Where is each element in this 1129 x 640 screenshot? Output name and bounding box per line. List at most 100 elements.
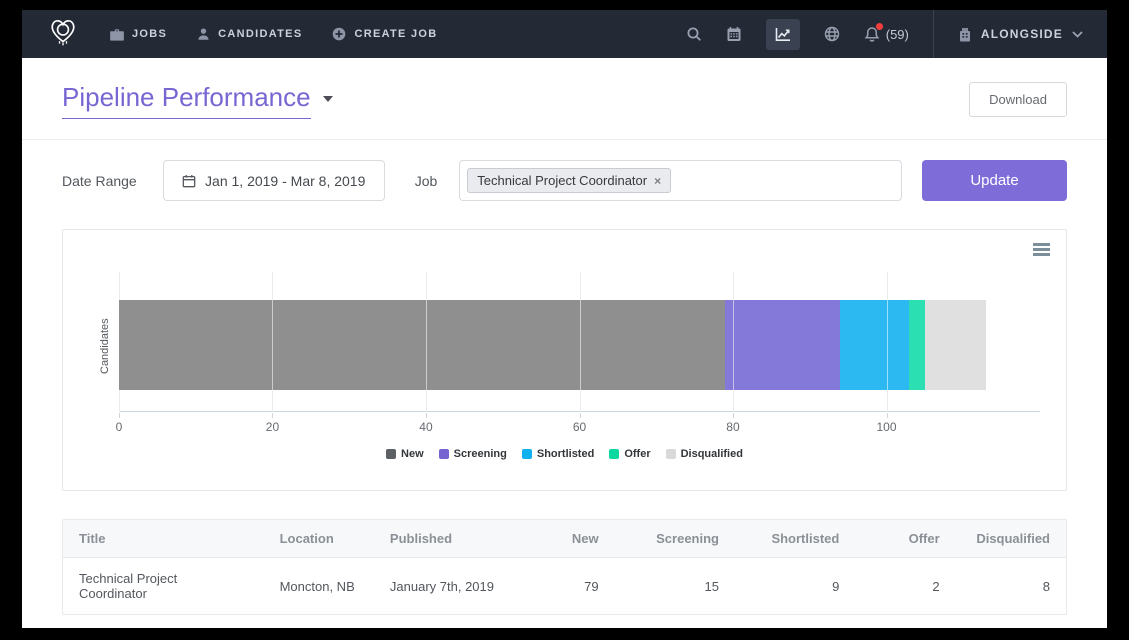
table-row: Technical Project CoordinatorMoncton, NB…	[63, 558, 1066, 615]
job-tag: Technical Project Coordinator ×	[467, 168, 671, 193]
account-menu[interactable]: ALONGSIDE	[958, 27, 1083, 42]
page-header: Pipeline Performance Download	[22, 58, 1107, 140]
bar-segment-new[interactable]	[119, 300, 725, 390]
x-tick-label: 40	[419, 420, 432, 434]
date-range-value: Jan 1, 2019 - Mar 8, 2019	[205, 173, 365, 189]
nav-divider	[933, 10, 934, 58]
cell-title: Technical Project Coordinator	[63, 558, 264, 615]
chart-y-axis-label: Candidates	[99, 276, 111, 416]
top-navbar: JOBS CANDIDATES CREATE JOB (59)	[22, 10, 1107, 58]
nav-item-label: JOBS	[132, 28, 167, 40]
axis-tick-mark	[887, 413, 888, 418]
table-head: TitleLocationPublishedNewScreeningShortl…	[63, 520, 1066, 558]
job-tag-text: Technical Project Coordinator	[477, 173, 647, 188]
cell-shortlisted: 9	[735, 558, 855, 615]
gridline-overlay	[272, 300, 273, 390]
legend-label: Shortlisted	[537, 448, 594, 460]
cell-offer: 2	[855, 558, 955, 615]
notifications[interactable]: (59)	[864, 26, 909, 43]
date-range-input[interactable]: Jan 1, 2019 - Mar 8, 2019	[163, 160, 385, 201]
column-header-new: New	[524, 520, 614, 558]
briefcase-icon	[110, 28, 124, 41]
search-icon[interactable]	[686, 26, 702, 42]
cell-location: Moncton, NB	[264, 558, 374, 615]
cell-screening: 15	[615, 558, 735, 615]
notification-dot	[876, 23, 883, 30]
legend-label: Offer	[624, 448, 650, 460]
legend-swatch-icon	[439, 449, 449, 459]
bell-icon	[864, 26, 880, 43]
column-header-disqualified: Disqualified	[956, 520, 1066, 558]
cell-disqualified: 8	[956, 558, 1066, 615]
chart-menu-icon[interactable]	[1033, 243, 1050, 258]
legend-swatch-icon	[386, 449, 396, 459]
column-header-shortlisted: Shortlisted	[735, 520, 855, 558]
title-dropdown-caret-icon[interactable]	[323, 96, 333, 102]
pipeline-chart-card: Candidates 0 20 40 60 80 100 New Screening Shor…	[62, 229, 1067, 491]
legend-item-new[interactable]: New	[386, 448, 424, 460]
legend-label: Disqualified	[681, 448, 743, 460]
axis-tick-mark	[580, 413, 581, 418]
x-tick-label: 0	[116, 420, 123, 434]
chart-plot-area	[119, 272, 1040, 412]
gridline-overlay	[887, 300, 888, 390]
legend-item-offer[interactable]: Offer	[609, 448, 650, 460]
nav-item-label: CREATE JOB	[354, 28, 437, 40]
calendar-icon[interactable]	[726, 26, 742, 42]
cell-published: January 7th, 2019	[374, 558, 524, 615]
gridline-overlay	[733, 300, 734, 390]
stacked-bar	[119, 300, 986, 390]
nav-right: (59) ALONGSIDE	[686, 10, 1083, 58]
legend-label: New	[401, 448, 424, 460]
legend-item-screening[interactable]: Screening	[439, 448, 507, 460]
nav-item-jobs[interactable]: JOBS	[110, 28, 167, 41]
nav-item-label: CANDIDATES	[218, 28, 302, 40]
x-tick-label: 80	[726, 420, 739, 434]
person-icon	[197, 27, 210, 41]
notification-count: (59)	[886, 27, 909, 42]
account-icon	[958, 27, 972, 42]
axis-tick-mark	[119, 413, 120, 418]
date-range-label: Date Range	[62, 173, 137, 189]
pipeline-table: TitleLocationPublishedNewScreeningShortl…	[63, 520, 1066, 614]
chart-x-ticks: 0 20 40 60 80 100	[119, 420, 1040, 436]
job-multiselect-input[interactable]: Technical Project Coordinator ×	[459, 160, 902, 201]
globe-icon[interactable]	[824, 26, 840, 42]
alongside-logo[interactable]	[46, 16, 80, 52]
table-body: Technical Project CoordinatorMoncton, NB…	[63, 558, 1066, 615]
gridline-overlay	[580, 300, 581, 390]
column-header-screening: Screening	[615, 520, 735, 558]
bar-segment-shortlisted[interactable]	[840, 300, 909, 390]
column-header-offer: Offer	[855, 520, 955, 558]
update-button[interactable]: Update	[922, 160, 1067, 201]
download-button[interactable]: Download	[969, 82, 1067, 117]
column-header-title: Title	[63, 520, 264, 558]
chevron-down-icon	[1072, 31, 1083, 38]
cell-new: 79	[524, 558, 614, 615]
x-tick-label: 20	[266, 420, 279, 434]
column-header-published: Published	[374, 520, 524, 558]
axis-tick-mark	[426, 413, 427, 418]
legend-swatch-icon	[522, 449, 532, 459]
page-title[interactable]: Pipeline Performance	[62, 82, 311, 119]
column-header-location: Location	[264, 520, 374, 558]
nav-item-create-job[interactable]: CREATE JOB	[332, 27, 437, 41]
pipeline-table-card: TitleLocationPublishedNewScreeningShortl…	[62, 519, 1067, 615]
reports-chart-icon[interactable]	[766, 19, 800, 50]
x-tick-label: 100	[876, 420, 896, 434]
bar-segment-screening[interactable]	[725, 300, 840, 390]
x-tick-label: 60	[573, 420, 586, 434]
app-window: JOBS CANDIDATES CREATE JOB (59)	[22, 10, 1107, 628]
remove-tag-icon[interactable]: ×	[654, 175, 661, 187]
nav-items: JOBS CANDIDATES CREATE JOB	[110, 27, 438, 41]
legend-swatch-icon	[609, 449, 619, 459]
legend-item-shortlisted[interactable]: Shortlisted	[522, 448, 594, 460]
bar-segment-disqualified[interactable]	[925, 300, 986, 390]
nav-item-candidates[interactable]: CANDIDATES	[197, 27, 302, 41]
gridline-overlay	[426, 300, 427, 390]
axis-tick-mark	[272, 413, 273, 418]
bar-segment-offer[interactable]	[909, 300, 924, 390]
account-label: ALONGSIDE	[981, 27, 1063, 41]
job-label: Job	[415, 173, 438, 189]
legend-item-disqualified[interactable]: Disqualified	[666, 448, 743, 460]
